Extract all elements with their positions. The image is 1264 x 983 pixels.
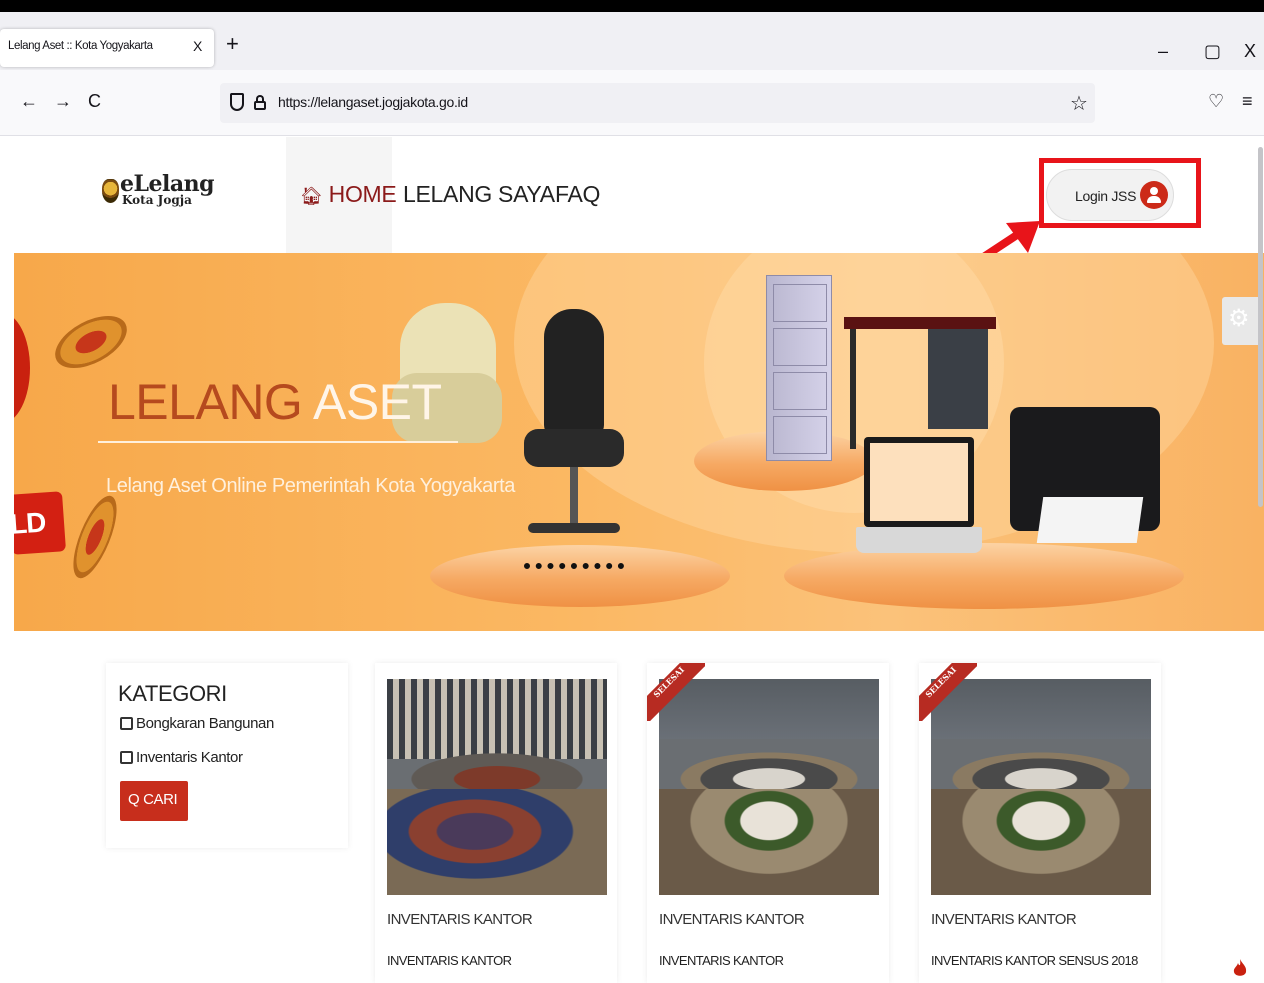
tab-title: Lelang Aset :: Kota Yogyakarta <box>8 40 153 52</box>
product-card[interactable]: INVENTARIS KANTOR INVENTARIS KANTOR <box>375 663 617 983</box>
product-category: INVENTARIS KANTOR <box>931 911 1077 928</box>
fire-icon[interactable] <box>1232 959 1248 979</box>
search-button[interactable]: Q CARI <box>120 781 188 821</box>
banner-title: LELANG ASET <box>108 374 442 430</box>
maximize-icon[interactable]: ▢ <box>1204 42 1221 60</box>
product-name[interactable]: INVENTARIS KANTOR SENSUS 2018 <box>931 953 1138 968</box>
category-checkbox[interactable] <box>120 717 133 730</box>
laptop-image <box>856 437 982 567</box>
product-name[interactable]: INVENTARIS KANTOR <box>659 953 784 968</box>
category-sidebar: KATEGORI Bongkaran Bangunan Inventaris K… <box>106 663 348 848</box>
back-icon[interactable]: ← <box>20 92 38 110</box>
screen-top-border <box>0 0 1264 12</box>
url-text[interactable]: https://lelangaset.jogjakota.go.id <box>278 94 468 110</box>
menu-icon[interactable]: ≡ <box>1242 92 1253 110</box>
office-chair-image <box>514 309 634 585</box>
category-checkbox[interactable] <box>120 751 133 764</box>
hero-banner: LD LELANG ASET Lelang Aset Online Pemeri… <box>14 253 1264 631</box>
forward-icon[interactable]: → <box>54 92 72 110</box>
banner-subtitle: Lelang Aset Online Pemerintah Kota Yogya… <box>106 475 515 497</box>
banner-decoration <box>14 313 30 423</box>
window-close-icon[interactable]: X <box>1244 42 1256 60</box>
search-button-label: Q CARI <box>128 791 178 808</box>
banner-divider <box>98 441 458 443</box>
coin-decoration <box>46 305 136 379</box>
browser-tab[interactable]: Lelang Aset :: Kota Yogyakarta X <box>0 29 214 67</box>
product-card[interactable]: SELESAI INVENTARIS KANTOR INVENTARIS KAN… <box>647 663 889 983</box>
minimize-icon[interactable]: – <box>1158 42 1168 60</box>
gear-icon: ⚙ <box>1228 305 1250 332</box>
product-category: INVENTARIS KANTOR <box>659 911 805 928</box>
category-title: KATEGORI <box>118 681 227 706</box>
settings-widget[interactable]: ⚙ <box>1222 297 1258 345</box>
product-card[interactable]: SELESAI INVENTARIS KANTOR INVENTARIS KAN… <box>919 663 1161 983</box>
menu-faq[interactable]: FAQ <box>555 181 600 208</box>
browser-tab-strip: Lelang Aset :: Kota Yogyakarta X + – ▢ X <box>0 12 1264 70</box>
scrollbar-thumb[interactable] <box>1258 147 1263 507</box>
new-tab-icon[interactable]: + <box>226 33 239 55</box>
reload-icon[interactable]: C <box>88 92 101 110</box>
home-icon: 🏠︎ <box>300 186 323 206</box>
sold-text: LD <box>14 506 47 540</box>
category-label: Bongkaran Bangunan <box>136 715 274 732</box>
browser-nav-bar: ← → C https://lelangaset.jogjakota.go.id… <box>0 70 1264 136</box>
desk-image <box>844 317 996 457</box>
product-name[interactable]: INVENTARIS KANTOR <box>387 953 512 968</box>
coin-decoration <box>64 490 126 584</box>
shield-icon[interactable] <box>230 93 244 111</box>
city-emblem-icon <box>102 179 119 203</box>
status-ribbon: SELESAI <box>647 663 705 721</box>
status-ribbon: SELESAI <box>919 663 977 721</box>
menu-home[interactable]: 🏠︎ HOME <box>300 181 397 208</box>
logo-subtitle: Kota Jogja <box>122 193 192 207</box>
filing-cabinet-image <box>766 275 832 461</box>
tab-close-icon[interactable]: X <box>193 38 202 54</box>
pocket-icon[interactable]: ♡ <box>1208 92 1224 110</box>
login-highlight-box <box>1039 158 1201 228</box>
ribbon-text: SELESAI <box>651 664 687 700</box>
sold-badge: LD <box>14 491 67 555</box>
menu-home-label: HOME <box>328 181 397 207</box>
web-page: eLelang Kota Jogja 🏠︎ HOME LELANG SAYA F… <box>0 137 1264 983</box>
printer-image <box>1010 407 1164 563</box>
menu-lelang-saya[interactable]: LELANG SAYA <box>403 181 555 208</box>
address-bar[interactable]: https://lelangaset.jogjakota.go.id ☆ <box>220 83 1095 123</box>
product-image[interactable] <box>387 679 607 895</box>
ribbon-text: SELESAI <box>923 664 959 700</box>
lock-icon[interactable] <box>254 95 266 110</box>
category-label: Inventaris Kantor <box>136 749 243 766</box>
product-category: INVENTARIS KANTOR <box>387 911 533 928</box>
bookmark-star-icon[interactable]: ☆ <box>1070 91 1088 116</box>
search-icon: Q <box>128 791 140 808</box>
